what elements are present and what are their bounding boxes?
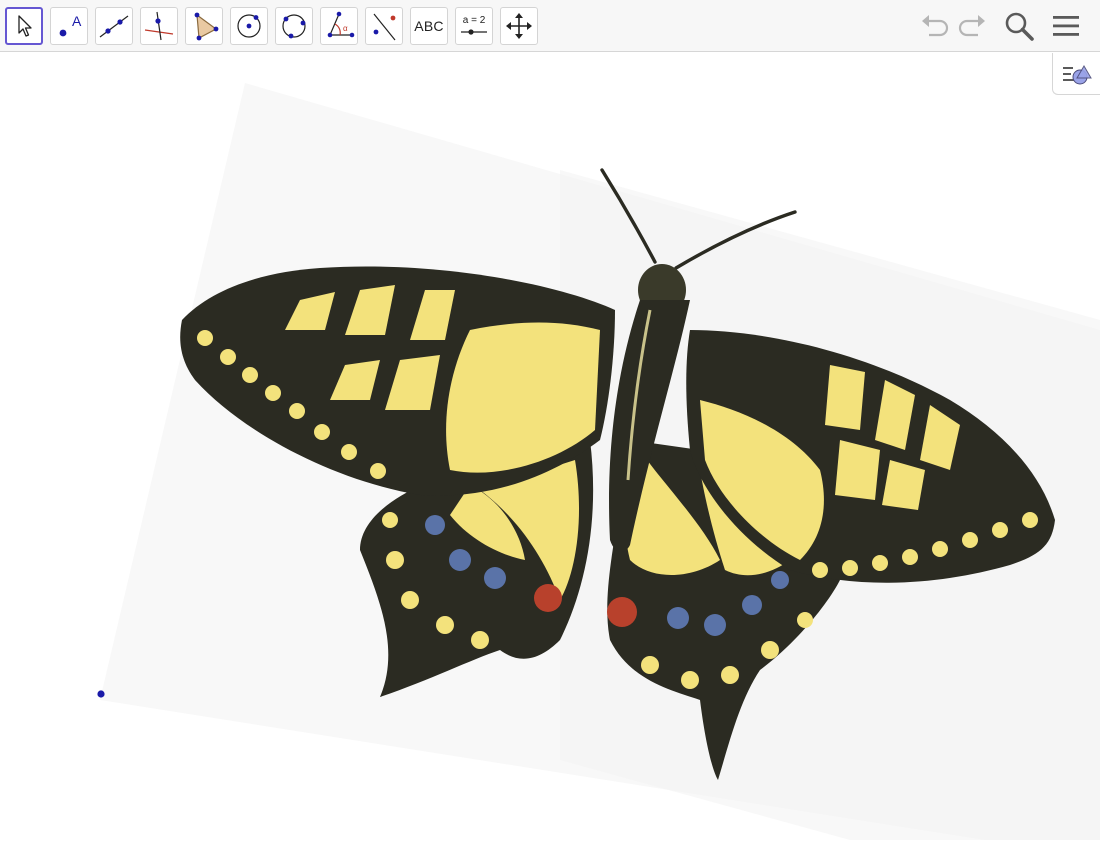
undo-button[interactable]	[917, 8, 953, 44]
graphics-view[interactable]	[0, 53, 1100, 840]
hamburger-menu-icon	[1053, 16, 1079, 36]
circle-three-points-tool-button[interactable]	[275, 7, 313, 45]
point-tool-button[interactable]: A	[50, 7, 88, 45]
style-bar-toggle-button[interactable]	[1052, 53, 1100, 95]
slider-tool-button[interactable]: a = 2	[455, 7, 493, 45]
polygon-tool-button[interactable]	[185, 7, 223, 45]
line-through-two-points-icon	[99, 15, 129, 38]
text-icon: ABC	[414, 18, 444, 34]
reflect-tool-button[interactable]	[365, 7, 403, 45]
slider-icon: a = 2	[461, 15, 487, 35]
svg-text:α: α	[343, 24, 348, 33]
redo-icon	[958, 15, 985, 37]
line-tool-button[interactable]	[95, 7, 133, 45]
angle-tool-button[interactable]: α	[320, 7, 358, 45]
svg-text:a = 2: a = 2	[463, 15, 486, 26]
circle-three-points-icon	[282, 14, 306, 39]
point-icon: A	[59, 13, 82, 37]
search-button[interactable]	[1001, 8, 1037, 44]
menu-button[interactable]	[1048, 8, 1084, 44]
perpendicular-tool-button[interactable]	[140, 7, 178, 45]
undo-icon	[922, 15, 949, 37]
move-cursor-icon	[18, 15, 32, 37]
text-tool-button[interactable]: ABC	[410, 7, 448, 45]
redo-button[interactable]	[954, 8, 990, 44]
search-icon	[1005, 12, 1034, 41]
perpendicular-line-icon	[144, 11, 174, 41]
circle-tool-button[interactable]	[230, 7, 268, 45]
move-graphics-tool-button[interactable]	[500, 7, 538, 45]
circle-center-point-icon	[237, 14, 261, 38]
polygon-icon	[194, 12, 219, 41]
style-bar-toggle-icon	[1062, 64, 1092, 84]
move-tool-button[interactable]	[5, 7, 43, 45]
reflect-about-line-icon	[373, 13, 396, 41]
swallowtail-butterfly-image	[100, 83, 1100, 840]
free-point[interactable]	[96, 689, 106, 699]
toolbar: A α ABC a = 2	[0, 0, 1100, 52]
angle-icon: α	[327, 11, 355, 38]
svg-text:A: A	[72, 13, 82, 29]
move-graphics-view-icon	[506, 13, 532, 39]
